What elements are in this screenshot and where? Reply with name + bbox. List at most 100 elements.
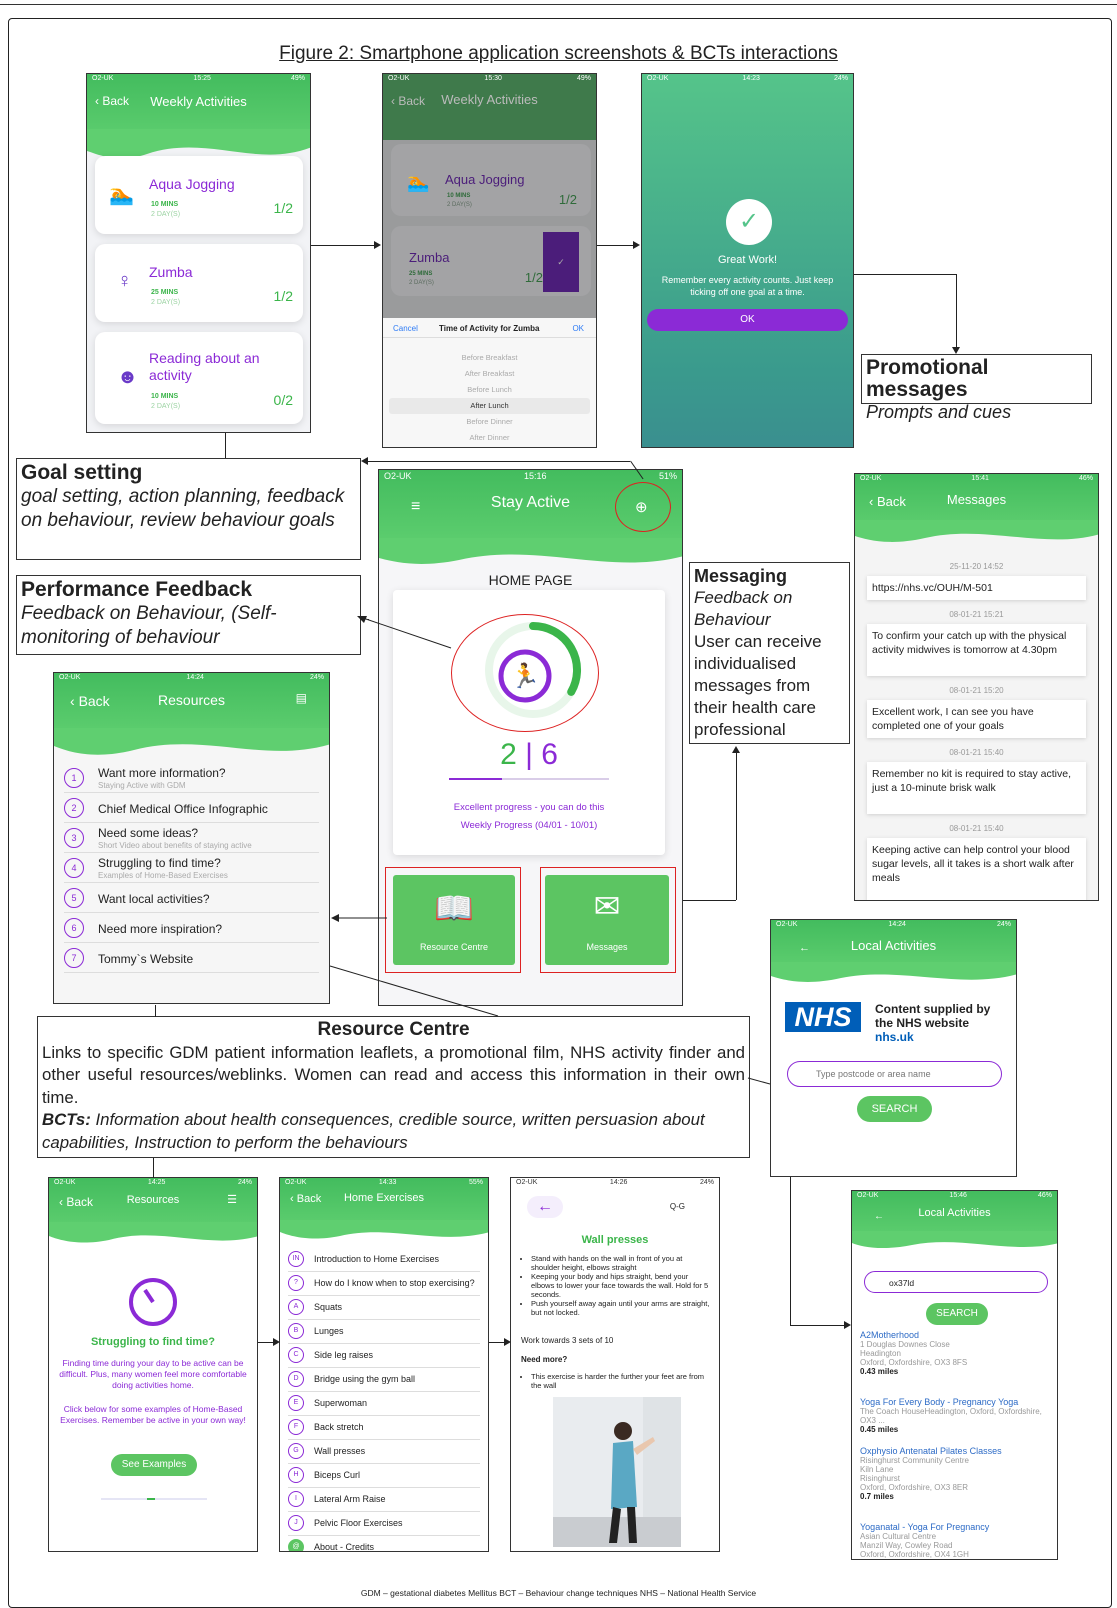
picker-toolbar: Cancel Time of Activity for Zumba OK <box>383 318 596 338</box>
postcode-input[interactable]: Type postcode or area name <box>787 1061 1002 1087</box>
card-icon[interactable]: ▤ <box>296 691 307 705</box>
resource-item[interactable]: 1 Want more information? Staying Active wi… <box>64 763 319 793</box>
nhs-logo: NHS <box>785 1002 861 1032</box>
runner-icon: 🏃 <box>510 662 540 690</box>
activity-card[interactable]: 🏊 Aqua Jogging 10 MINS 2 DAY(S) 1/2 <box>95 156 303 234</box>
result-name[interactable]: Yoga For Every Body - Pregnancy Yoga <box>860 1398 1051 1407</box>
screen-title: Local Activities <box>918 1207 991 1219</box>
messages-button[interactable]: ✉ Messages <box>545 875 669 965</box>
exercise-item[interactable]: D Bridge using the gym ball <box>288 1368 480 1392</box>
result-name[interactable]: Oxphysio Antenatal Pilates Classes <box>860 1447 1051 1456</box>
header-wave <box>280 1220 488 1239</box>
resource-item[interactable]: 2 Chief Medical Office Infographic <box>64 793 319 823</box>
result-name[interactable]: Yoganatal - Yoga For Pregnancy <box>860 1523 1051 1532</box>
exercise-item[interactable]: G Wall presses <box>288 1440 480 1464</box>
picker-option[interactable]: Before Breakfast <box>389 350 590 366</box>
resource-item[interactable]: 3 Need some ideas? Short Video about benef… <box>64 823 319 853</box>
exercise-item[interactable]: F Back stretch <box>288 1416 480 1440</box>
resource-item[interactable]: 7 Tommy`s Website <box>64 943 319 973</box>
item-letter: A <box>288 1299 304 1315</box>
carrier: O2-UK <box>285 1179 307 1186</box>
activity-card[interactable]: ♀ Zumba 25 MINS 2 DAY(S) 1/2 <box>95 244 303 322</box>
activity-days: 2 DAY(S) <box>151 211 181 218</box>
swimmer-icon: 🏊 <box>407 172 430 192</box>
exercise-item[interactable]: IN Introduction to Home Exercises <box>288 1248 480 1272</box>
check-tile[interactable]: ✓ <box>543 232 579 292</box>
list-icon[interactable]: ☰ <box>227 1193 237 1206</box>
exercise-item[interactable]: @ About - Credits <box>288 1536 480 1551</box>
box-subtitle: Prompts and cues <box>866 402 1012 422</box>
result-item[interactable]: Yoganatal - Yoga For Pregnancy Asian Cult… <box>860 1523 1051 1560</box>
progress-track <box>449 778 609 780</box>
cancel-button[interactable]: Cancel <box>393 324 418 333</box>
header: O2-UK 15:30 49% ‹ Back Weekly Activities <box>383 74 596 140</box>
header-wave <box>852 1231 1057 1249</box>
resource-item[interactable]: 5 Want local activities? <box>64 883 319 913</box>
activity-name: Reading about an activity <box>149 350 260 383</box>
item-number: 7 <box>64 948 84 968</box>
nhs-site-link[interactable]: nhs.uk <box>875 1030 914 1044</box>
search-button[interactable]: SEARCH <box>857 1096 932 1122</box>
battery: 55% <box>468 1179 483 1186</box>
exercise-item[interactable]: I Lateral Arm Raise <box>288 1488 480 1512</box>
battery: 49% <box>290 75 305 82</box>
picker-option[interactable]: Before Dinner <box>389 414 590 430</box>
arrow-local <box>329 965 771 1085</box>
result-distance: 0.99 miles <box>860 1559 1051 1560</box>
exercise-item[interactable]: A Squats <box>288 1296 480 1320</box>
picker-options[interactable]: Before Breakfast After Breakfast Before Lu… <box>389 350 590 446</box>
paragraph: Click below for some examples of Home-Ba… <box>60 1404 246 1425</box>
picker-option[interactable]: Before Lunch <box>389 382 590 398</box>
result-item[interactable]: A2Motherhood 1 Douglas Downes Close Headin… <box>860 1331 1051 1377</box>
resource-centre-button[interactable]: 📖 Resource Centre <box>393 875 515 965</box>
see-examples-button[interactable]: See Examples <box>111 1454 197 1476</box>
instruction-item: Stand with hands on the wall in front of… <box>531 1254 711 1272</box>
activity-name: Zumba <box>409 250 450 265</box>
picker-option[interactable]: After Lunch <box>389 398 590 414</box>
ok-button[interactable]: OK <box>572 324 584 333</box>
exercise-item[interactable]: J Pelvic Floor Exercises <box>288 1512 480 1536</box>
item-number: 6 <box>64 918 84 938</box>
result-item[interactable]: Yoga For Every Body - Pregnancy Yoga The … <box>860 1398 1051 1435</box>
screen-title: Resources <box>126 1194 180 1206</box>
screen-title: Local Activities <box>850 938 937 953</box>
header-wave <box>855 520 1098 542</box>
message-timestamp: 08-01-21 15:20 <box>949 686 1004 695</box>
message-bubble: https://nhs.vc/OUH/M-501 <box>867 576 1086 600</box>
activity-days: 2 DAY(S) <box>151 299 181 306</box>
exercise-item[interactable]: B Lunges <box>288 1320 480 1344</box>
activity-mins: 10 MINS <box>151 393 179 400</box>
header-wave <box>771 962 1016 982</box>
result-item[interactable]: Oxphysio Antenatal Pilates Classes Rising… <box>860 1447 1051 1502</box>
exercise-item[interactable]: H Biceps Curl <box>288 1464 480 1488</box>
back-arrow-icon[interactable]: ← <box>527 1196 563 1218</box>
activity-card[interactable]: 🏊 Aqua Jogging 10 MINS 2 DAY(S) 1/2 <box>391 144 591 216</box>
add-icon[interactable]: ⊕ <box>635 498 648 516</box>
item-letter: C <box>288 1347 304 1363</box>
search-button[interactable]: SEARCH <box>926 1303 988 1325</box>
clock: 15:46 <box>949 1192 967 1199</box>
picker-option[interactable]: After Dinner <box>389 430 590 446</box>
screen-title: Home Exercises <box>343 1192 425 1204</box>
result-distance: 0.43 miles <box>860 1367 899 1376</box>
resource-item[interactable]: 4 Struggling to find time? Examples of Hom… <box>64 853 319 883</box>
resource-item[interactable]: 6 Need more inspiration? <box>64 913 319 943</box>
activity-card[interactable]: Zumba 25 MINS 2 DAY(S) 1/2 ✓ <box>391 226 591 296</box>
activity-mins: 10 MINS <box>151 201 179 208</box>
pager <box>101 1498 207 1500</box>
ok-button[interactable]: OK <box>647 309 848 331</box>
item-title: Lateral Arm Raise <box>314 1494 386 1504</box>
message-bubble: Excellent work, I can see you have compl… <box>867 700 1086 738</box>
exercise-item[interactable]: ? How do I know when to stop exercising? <box>288 1272 480 1296</box>
exercise-item[interactable]: E Superwoman <box>288 1392 480 1416</box>
exercise-item[interactable]: C Side leg raises <box>288 1344 480 1368</box>
activity-card[interactable]: ☻ Reading about an activity 10 MINS 2 DA… <box>95 332 303 424</box>
picker-option[interactable]: After Breakfast <box>389 366 590 382</box>
clock: 15:16 <box>523 471 547 481</box>
postcode-input[interactable]: ox37ld <box>864 1271 1048 1293</box>
item-title: Side leg raises <box>314 1350 374 1360</box>
result-name[interactable]: A2Motherhood <box>860 1331 1051 1340</box>
box-title: Goal setting <box>21 461 143 484</box>
box-title: Messaging <box>694 566 788 586</box>
header-wave <box>49 1222 257 1243</box>
